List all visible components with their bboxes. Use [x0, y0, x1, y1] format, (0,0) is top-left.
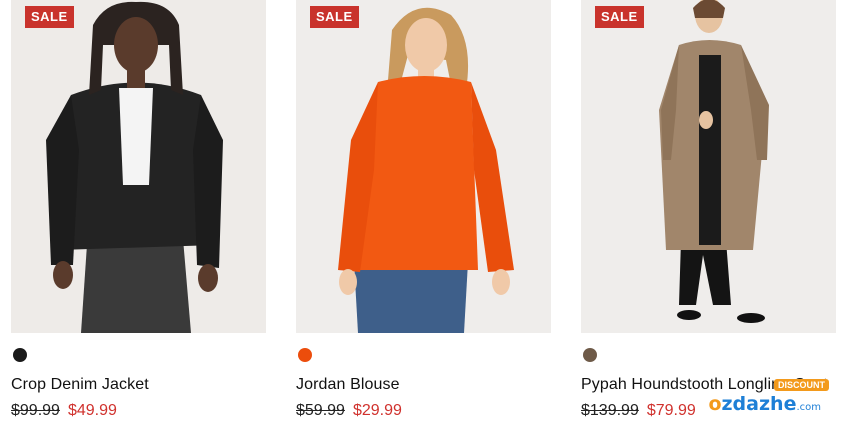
product-name[interactable]: Crop Denim Jacket [11, 376, 149, 394]
model-photo-coat [581, 0, 836, 333]
model-photo-blouse [296, 0, 551, 333]
watermark-tag: DISCOUNT [774, 379, 829, 391]
site-watermark: ozdazhe.com [708, 393, 821, 415]
sale-price: $79.99 [646, 402, 696, 419]
sale-badge: SALE [310, 6, 359, 28]
original-price: $139.99 [581, 402, 639, 419]
sale-badge: SALE [595, 6, 644, 28]
sale-badge: SALE [25, 6, 74, 28]
price-row: $99.99 $49.99 [11, 402, 117, 420]
original-price: $99.99 [11, 402, 60, 419]
product-image[interactable]: SALE [296, 0, 551, 333]
product-card[interactable]: SALE Crop Denim Jacket $99.99 $49.99 [11, 0, 266, 419]
original-price: $59.99 [296, 402, 345, 419]
product-image[interactable]: SALE [11, 0, 266, 333]
price-row: $139.99 $79.99 [581, 402, 696, 420]
color-swatch-brown[interactable] [583, 348, 597, 362]
model-photo-jacket [11, 0, 266, 333]
color-swatch-black[interactable] [13, 348, 27, 362]
product-card[interactable]: SALE Jordan Blouse $59.99 $29.99 [296, 0, 551, 419]
product-card[interactable]: SALE Pypah Houndstooth Longline Coat $13… [581, 0, 836, 419]
product-name[interactable]: Jordan Blouse [296, 376, 400, 394]
sale-price: $49.99 [67, 402, 117, 419]
sale-price: $29.99 [352, 402, 402, 419]
product-image[interactable]: SALE [581, 0, 836, 333]
price-row: $59.99 $29.99 [296, 402, 402, 420]
color-swatch-orange[interactable] [298, 348, 312, 362]
